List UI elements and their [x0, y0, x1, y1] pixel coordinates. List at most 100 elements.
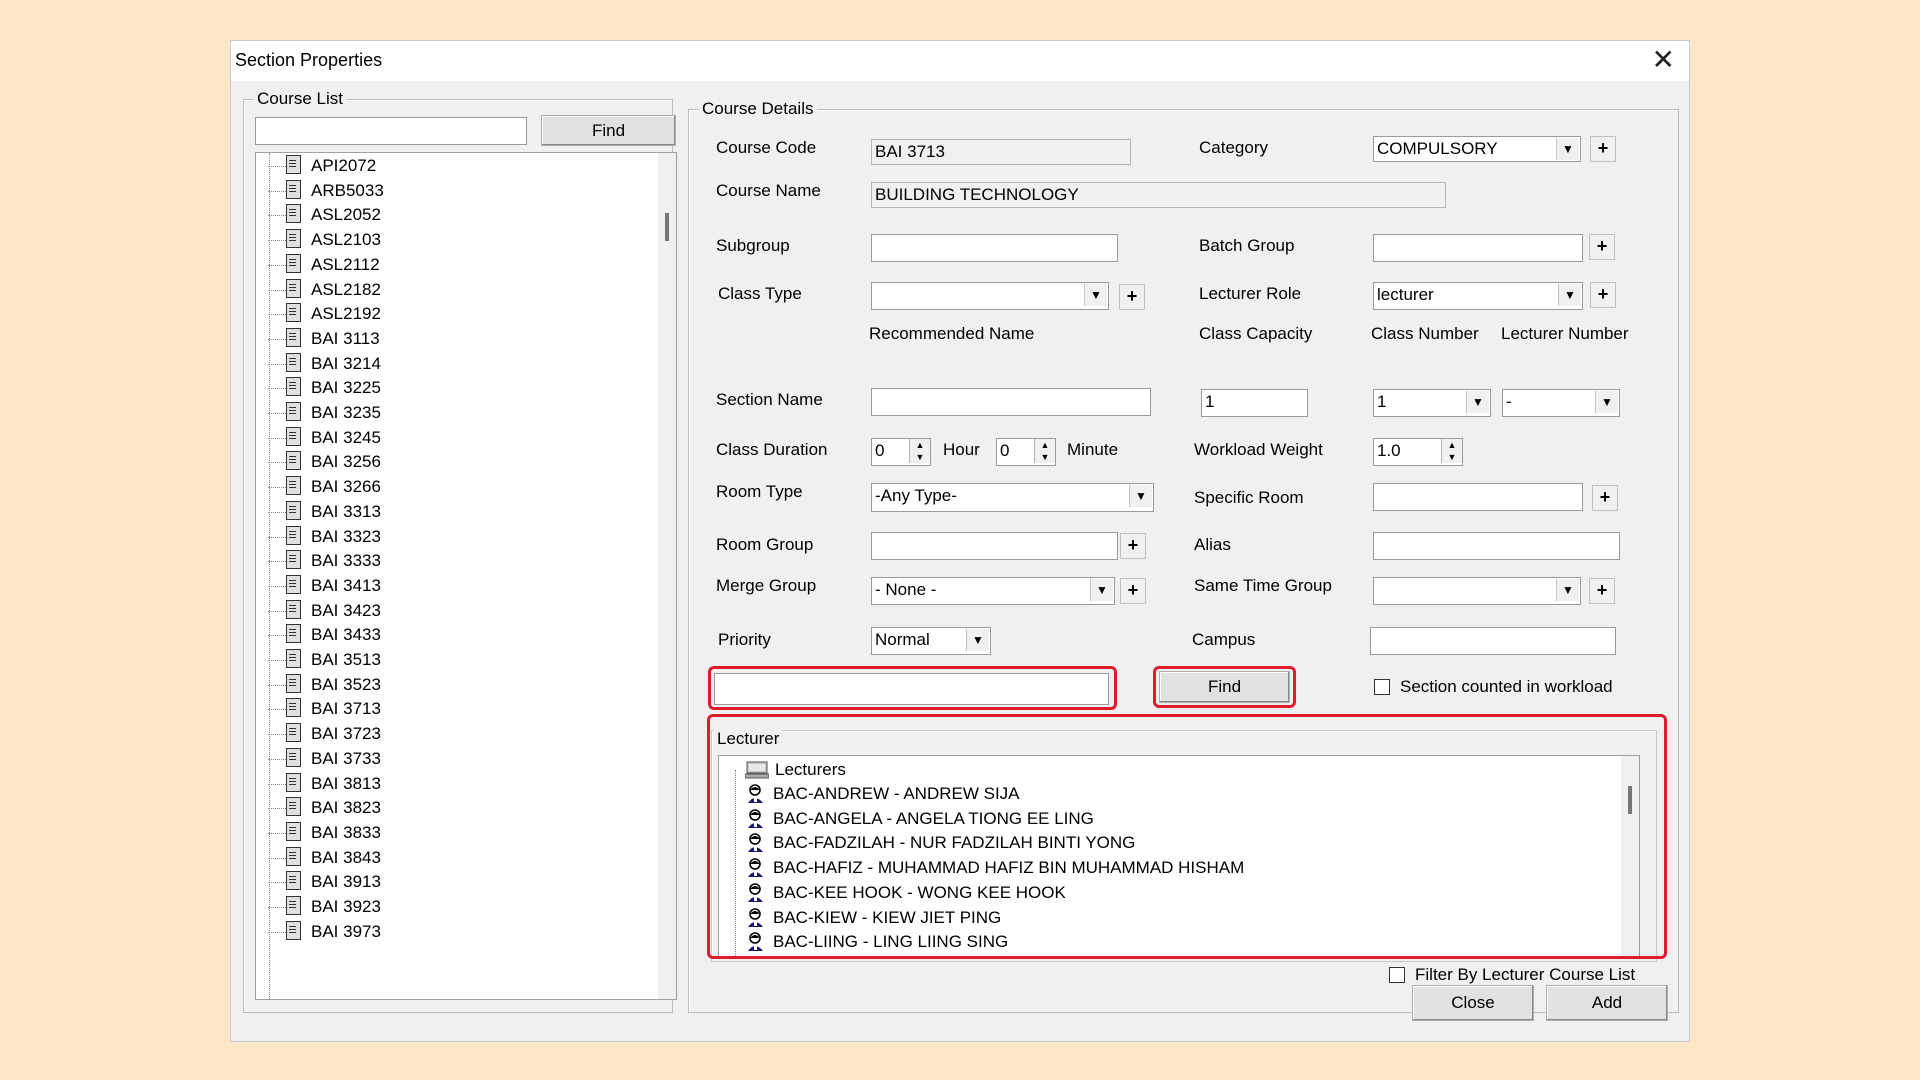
add-merge-group-button[interactable]: +	[1120, 578, 1146, 604]
lecturer-number-select[interactable]: - ▼	[1502, 389, 1620, 417]
filter-lecturer-checkbox[interactable]	[1389, 967, 1405, 983]
course-tree-item[interactable]: BAI 3833	[268, 821, 381, 846]
course-tree-item[interactable]: BAI 3513	[268, 649, 381, 673]
course-tree-item[interactable]: ASL2192	[268, 303, 381, 327]
add-room-group-button[interactable]: +	[1120, 533, 1146, 559]
subgroup-input[interactable]	[871, 234, 1118, 262]
chevron-down-icon[interactable]: ▼	[1466, 391, 1489, 413]
add-lecturer-role-button[interactable]: +	[1590, 282, 1616, 308]
chevron-down-icon[interactable]: ▼	[1558, 284, 1581, 306]
course-tree-item[interactable]: ASL2182	[268, 278, 381, 303]
add-category-button[interactable]: +	[1590, 136, 1616, 162]
spinner-arrows-icon[interactable]: ▲ ▼	[909, 439, 930, 463]
course-tree-item[interactable]: BAI 3225	[268, 377, 381, 401]
course-tree-item[interactable]: BAI 3245	[268, 426, 381, 451]
close-button[interactable]: Close	[1412, 985, 1534, 1021]
hour-spinner[interactable]: 0 ▲ ▼	[871, 438, 931, 466]
lecturer-tree-item[interactable]: BAC-KEE HOOK - WONG KEE HOOK	[747, 883, 1066, 907]
class-type-select[interactable]: ▼	[871, 282, 1109, 310]
course-tree-item[interactable]: ASL2052	[268, 204, 381, 228]
add-batch-group-button[interactable]: +	[1589, 234, 1615, 260]
same-time-group-select[interactable]: ▼	[1373, 577, 1581, 605]
lecturer-tree[interactable]: Lecturers BAC-ANDREW - ANDREW SIJA BAC-AN…	[718, 755, 1640, 957]
add-button[interactable]: Add	[1546, 985, 1668, 1021]
lecturers-root[interactable]: Lecturers	[745, 760, 846, 784]
campus-input[interactable]	[1370, 627, 1616, 655]
course-tree-item[interactable]: BAI 3214	[268, 352, 381, 377]
document-icon	[286, 204, 301, 224]
course-tree-item[interactable]: BAI 3433	[268, 624, 381, 648]
lecturer-tree-scrollbar[interactable]	[1621, 756, 1639, 956]
lecturer-tree-item[interactable]: BAC-ANDREW - ANDREW SIJA	[747, 784, 1020, 808]
priority-select[interactable]: Normal ▼	[871, 627, 991, 655]
course-search-input[interactable]	[255, 117, 527, 145]
chevron-down-icon[interactable]: ▼	[1556, 138, 1579, 160]
section-counted-checkbox[interactable]	[1374, 679, 1390, 695]
course-tree-item[interactable]: BAI 3333	[268, 550, 381, 574]
course-tree-item[interactable]: BAI 3523	[268, 673, 381, 698]
course-tree-scroll-thumb[interactable]	[665, 213, 669, 241]
course-tree-item[interactable]: BAI 3823	[268, 797, 381, 821]
lecturer-find-button[interactable]: Find	[1159, 671, 1290, 703]
chevron-down-icon[interactable]: ▼	[966, 629, 989, 651]
course-tree-item[interactable]: BAI 3423	[268, 599, 381, 624]
add-same-time-group-button[interactable]: +	[1589, 578, 1615, 604]
class-capacity-label: Class Capacity	[1199, 324, 1313, 343]
lecturer-tree-item[interactable]: BAC-FADZILAH - NUR FADZILAH BINTI YONG	[747, 833, 1135, 857]
course-tree[interactable]: API2072 ARB5033 ASL2052 ASL2103 ASL2112 ASL21…	[255, 152, 677, 1000]
lecturer-tree-scroll-thumb[interactable]	[1628, 786, 1632, 814]
close-icon[interactable]: ✕	[1652, 45, 1675, 75]
workload-weight-spinner[interactable]: 1.0 ▲ ▼	[1373, 438, 1463, 466]
lecturer-role-select[interactable]: lecturer ▼	[1373, 282, 1583, 310]
course-tree-item[interactable]: BAI 3813	[268, 772, 381, 797]
alias-input[interactable]	[1373, 532, 1620, 560]
spinner-arrows-icon[interactable]: ▲ ▼	[1441, 439, 1462, 463]
chevron-down-icon[interactable]: ▼	[1556, 579, 1579, 601]
course-tree-item[interactable]: BAI 3113	[268, 327, 380, 352]
batch-group-input[interactable]	[1373, 234, 1583, 262]
lecturer-tree-item[interactable]: BAC-ANGELA - ANGELA TIONG EE LING	[747, 809, 1094, 833]
add-specific-room-button[interactable]: +	[1592, 485, 1618, 511]
course-tree-item[interactable]: BAI 3733	[268, 747, 381, 772]
chevron-down-icon[interactable]: ▼	[1129, 485, 1152, 507]
class-capacity-input[interactable]: 1	[1201, 389, 1308, 417]
lecturer-tree-item[interactable]: BAC-LIING - LING LIING SING	[747, 932, 1008, 956]
course-tree-item[interactable]: BAI 3323	[268, 525, 381, 550]
course-tree-item[interactable]: BAI 3923	[268, 896, 381, 920]
spinner-arrows-icon[interactable]: ▲ ▼	[1034, 439, 1055, 463]
lecturer-tree-item[interactable]: BAC-HAFIZ - MUHAMMAD HAFIZ BIN MUHAMMAD …	[747, 858, 1244, 882]
chevron-down-icon[interactable]: ▼	[1595, 391, 1618, 413]
course-code-text: BAI 3513	[311, 650, 381, 669]
class-number-label: Class Number	[1371, 324, 1479, 343]
course-tree-item[interactable]: BAI 3713	[268, 698, 381, 722]
section-name-input[interactable]	[871, 388, 1151, 416]
lecturer-tree-item[interactable]: BAC-KIEW - KIEW JIET PING	[747, 908, 1001, 932]
chevron-down-icon[interactable]: ▼	[1084, 284, 1107, 306]
specific-room-input[interactable]	[1373, 483, 1583, 511]
course-tree-item[interactable]: BAI 3843	[268, 846, 381, 871]
course-tree-item[interactable]: BAI 3973	[268, 920, 381, 945]
course-tree-scrollbar[interactable]	[658, 153, 676, 999]
chevron-down-icon[interactable]: ▼	[1090, 579, 1113, 601]
course-tree-item[interactable]: BAI 3256	[268, 451, 381, 475]
course-tree-item[interactable]: ASL2112	[268, 253, 380, 278]
course-tree-item[interactable]: API2072	[268, 155, 376, 179]
room-type-select[interactable]: -Any Type- ▼	[871, 483, 1154, 512]
room-group-input[interactable]	[871, 532, 1118, 560]
document-icon	[286, 155, 301, 174]
class-number-select[interactable]: 1 ▼	[1373, 389, 1491, 417]
add-class-type-button[interactable]: +	[1119, 284, 1145, 310]
course-find-button[interactable]: Find	[541, 115, 676, 146]
category-select[interactable]: COMPULSORY ▼	[1373, 136, 1581, 162]
course-tree-item[interactable]: ARB5033	[268, 179, 384, 204]
course-tree-item[interactable]: BAI 3266	[268, 476, 381, 500]
course-tree-item[interactable]: BAI 3235	[268, 402, 381, 426]
course-tree-item[interactable]: BAI 3313	[268, 500, 381, 525]
course-tree-item[interactable]: BAI 3413	[268, 574, 381, 599]
merge-group-select[interactable]: - None - ▼	[871, 577, 1115, 605]
course-tree-item[interactable]: BAI 3723	[268, 723, 381, 747]
course-tree-item[interactable]: ASL2103	[268, 229, 381, 253]
course-tree-item[interactable]: BAI 3913	[268, 871, 381, 895]
minute-spinner[interactable]: 0 ▲ ▼	[996, 438, 1056, 466]
lecturer-search-input[interactable]	[714, 673, 1109, 705]
